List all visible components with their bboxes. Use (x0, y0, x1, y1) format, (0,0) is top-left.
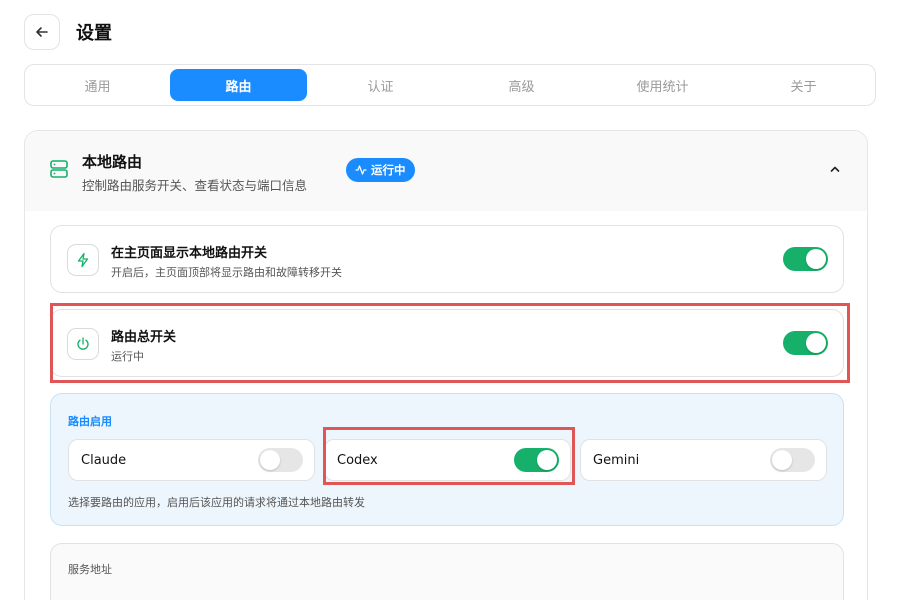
service-address-card: 服务地址 (50, 543, 844, 600)
activity-icon (355, 165, 367, 175)
chevron-up-icon[interactable] (829, 163, 841, 175)
app-card-claude: Claude (68, 439, 315, 481)
app-card-gemini: Gemini (580, 439, 827, 481)
setting-description: 开启后，主页面顶部将显示路由和故障转移开关 (111, 266, 342, 279)
routing-apps-title: 路由启用 (68, 415, 112, 428)
arrow-left-icon (36, 27, 48, 37)
app-name: Claude (81, 453, 127, 468)
status-badge-label: 运行中 (371, 163, 406, 177)
page-title: 设置 (76, 23, 112, 44)
local-routing-title: 本地路由 (82, 153, 143, 171)
tab-general[interactable]: 通用 (29, 69, 166, 101)
routing-apps-description: 选择要路由的应用，启用后该应用的请求将通过本地路由转发 (68, 496, 365, 509)
tab-advanced[interactable]: 高级 (453, 69, 590, 101)
bolt-icon-box (67, 244, 99, 276)
show-routing-switch-toggle[interactable] (783, 247, 828, 271)
settings-tabs: 通用 路由 认证 高级 使用统计 关于 (24, 64, 876, 106)
tab-usage-stats[interactable]: 使用统计 (594, 69, 731, 101)
bolt-icon (77, 252, 89, 268)
tab-about[interactable]: 关于 (735, 69, 872, 101)
tab-routing[interactable]: 路由 (170, 69, 307, 101)
local-routing-header[interactable]: 本地路由 控制路由服务开关、查看状态与端口信息 运行中 (25, 131, 867, 211)
claude-routing-toggle[interactable] (258, 448, 303, 472)
highlight-master-switch (50, 303, 850, 383)
app-name: Gemini (593, 453, 640, 468)
status-badge: 运行中 (346, 158, 415, 182)
setting-title: 在主页面显示本地路由开关 (111, 246, 268, 261)
header: 设置 (24, 14, 112, 50)
service-address-label: 服务地址 (68, 563, 112, 576)
gemini-routing-toggle[interactable] (770, 448, 815, 472)
local-routing-subtitle: 控制路由服务开关、查看状态与端口信息 (82, 178, 308, 193)
tab-auth[interactable]: 认证 (312, 69, 449, 101)
highlight-codex (323, 427, 575, 485)
show-routing-switch-setting: 在主页面显示本地路由开关 开启后，主页面顶部将显示路由和故障转移开关 (50, 225, 844, 293)
server-icon (50, 160, 68, 178)
back-button[interactable] (24, 14, 60, 50)
